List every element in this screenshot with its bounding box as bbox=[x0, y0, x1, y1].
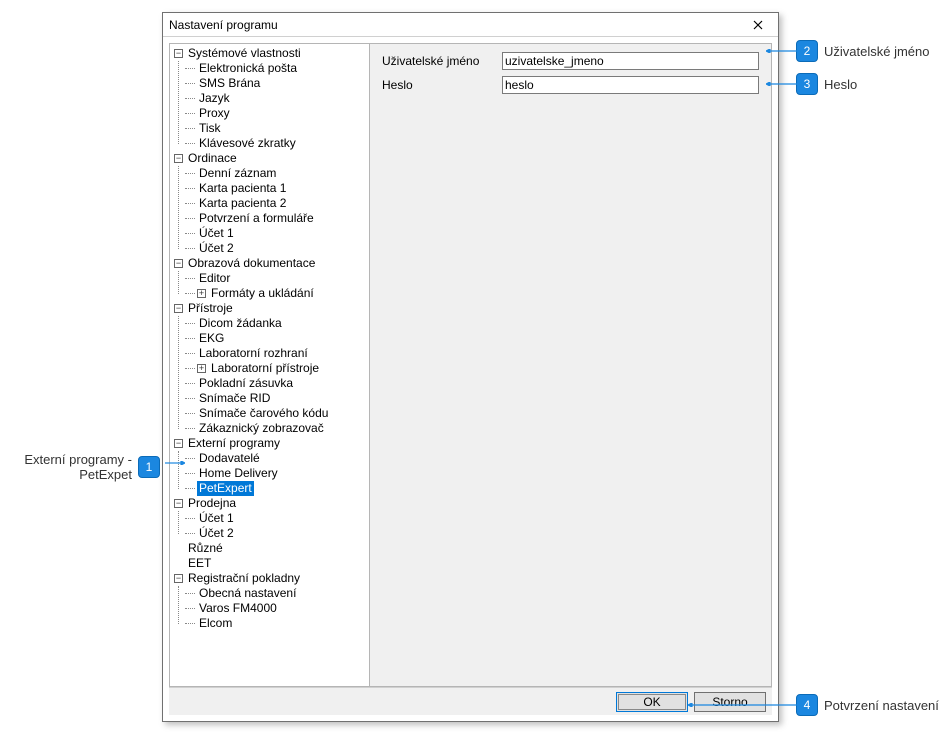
tree-node[interactable]: Home Delivery bbox=[185, 466, 369, 481]
collapse-icon[interactable]: − bbox=[174, 259, 183, 268]
collapse-icon[interactable]: − bbox=[174, 154, 183, 163]
expand-icon[interactable]: + bbox=[197, 364, 206, 373]
callout-text: Potvrzení nastavení bbox=[818, 698, 945, 713]
password-label: Heslo bbox=[382, 78, 502, 92]
button-bar: OK Storno bbox=[169, 687, 772, 715]
tree-node-ruzne[interactable]: Různé bbox=[174, 541, 369, 556]
cancel-button[interactable]: Storno bbox=[694, 692, 766, 712]
collapse-icon[interactable]: − bbox=[174, 439, 183, 448]
tree-node[interactable]: SMS Brána bbox=[185, 76, 369, 91]
tree-node[interactable]: Snímače RID bbox=[185, 391, 369, 406]
window-title: Nastavení programu bbox=[169, 18, 278, 32]
settings-dialog: Nastavení programu −Systémové vlastnosti… bbox=[162, 12, 779, 722]
collapse-icon[interactable]: − bbox=[174, 49, 183, 58]
tree-node[interactable]: +Laboratorní přístroje bbox=[185, 361, 369, 376]
tree-node[interactable]: Jazyk bbox=[185, 91, 369, 106]
callout-2: 2 Uživatelské jméno bbox=[796, 40, 936, 62]
tree-node[interactable]: +Formáty a ukládání bbox=[185, 286, 369, 301]
tree-node[interactable]: Karta pacienta 1 bbox=[185, 181, 369, 196]
callout-text: Externí programy - PetExpet bbox=[8, 452, 138, 482]
tree-node-systemove[interactable]: −Systémové vlastnosti Elektronická pošta… bbox=[174, 46, 369, 151]
tree-node-pristroje[interactable]: −Přístroje Dicom žádanka EKG Laboratorní… bbox=[174, 301, 369, 436]
close-icon bbox=[753, 20, 763, 30]
close-button[interactable] bbox=[744, 16, 772, 34]
callout-3: 3 Heslo bbox=[796, 73, 863, 95]
tree-node[interactable]: Dodavatelé bbox=[185, 451, 369, 466]
tree-pane[interactable]: −Systémové vlastnosti Elektronická pošta… bbox=[170, 44, 370, 686]
callout-bubble: 1 bbox=[138, 456, 160, 478]
tree-node[interactable]: Laboratorní rozhraní bbox=[185, 346, 369, 361]
tree-node[interactable]: Editor bbox=[185, 271, 369, 286]
tree-node[interactable]: Klávesové zkratky bbox=[185, 136, 369, 151]
tree-node[interactable]: Účet 2 bbox=[185, 526, 369, 541]
titlebar: Nastavení programu bbox=[163, 13, 778, 37]
callout-text: Heslo bbox=[818, 77, 863, 92]
callout-text: Uživatelské jméno bbox=[818, 44, 936, 59]
collapse-icon[interactable]: − bbox=[174, 574, 183, 583]
dialog-panel: −Systémové vlastnosti Elektronická pošta… bbox=[169, 43, 772, 687]
collapse-icon[interactable]: − bbox=[174, 304, 183, 313]
tree-node-eet[interactable]: EET bbox=[174, 556, 369, 571]
tree-node[interactable]: Potvrzení a formuláře bbox=[185, 211, 369, 226]
collapse-icon[interactable]: − bbox=[174, 499, 183, 508]
tree-node[interactable]: Elcom bbox=[185, 616, 369, 631]
password-input[interactable] bbox=[502, 76, 759, 94]
tree-node[interactable]: Účet 2 bbox=[185, 241, 369, 256]
callout-bubble: 3 bbox=[796, 73, 818, 95]
content-pane: Uživatelské jméno Heslo bbox=[370, 44, 771, 686]
callout-4: 4 Potvrzení nastavení bbox=[796, 694, 945, 716]
tree-node[interactable]: Elektronická pošta bbox=[185, 61, 369, 76]
tree-node[interactable]: Varos FM4000 bbox=[185, 601, 369, 616]
form-row-username: Uživatelské jméno bbox=[382, 52, 759, 70]
tree-node-petexpert[interactable]: PetExpert bbox=[185, 481, 369, 496]
tree-node[interactable]: Pokladní zásuvka bbox=[185, 376, 369, 391]
dialog-body: −Systémové vlastnosti Elektronická pošta… bbox=[163, 37, 778, 721]
callout-1: 1 Externí programy - PetExpet bbox=[8, 452, 173, 482]
expand-icon[interactable]: + bbox=[197, 289, 206, 298]
tree-node-prodejna[interactable]: −Prodejna Účet 1 Účet 2 bbox=[174, 496, 369, 541]
tree-node[interactable]: EKG bbox=[185, 331, 369, 346]
tree-node[interactable]: Denní záznam bbox=[185, 166, 369, 181]
tree-node[interactable]: Dicom žádanka bbox=[185, 316, 369, 331]
username-input[interactable] bbox=[502, 52, 759, 70]
tree-node[interactable]: Zákaznický zobrazovač bbox=[185, 421, 369, 436]
tree-node[interactable]: Snímače čarového kódu bbox=[185, 406, 369, 421]
tree-node[interactable]: Obecná nastavení bbox=[185, 586, 369, 601]
tree-node[interactable]: Proxy bbox=[185, 106, 369, 121]
tree-node-registracni[interactable]: −Registrační pokladny Obecná nastavení V… bbox=[174, 571, 369, 631]
tree-node[interactable]: Účet 1 bbox=[185, 511, 369, 526]
ok-button[interactable]: OK bbox=[616, 692, 688, 712]
tree-node[interactable]: Tisk bbox=[185, 121, 369, 136]
callout-bubble: 2 bbox=[796, 40, 818, 62]
tree-node-externi[interactable]: −Externí programy Dodavatelé Home Delive… bbox=[174, 436, 369, 496]
username-label: Uživatelské jméno bbox=[382, 54, 502, 68]
tree-node[interactable]: Karta pacienta 2 bbox=[185, 196, 369, 211]
tree-node-obrazova[interactable]: −Obrazová dokumentace Editor +Formáty a … bbox=[174, 256, 369, 301]
tree-node[interactable]: Účet 1 bbox=[185, 226, 369, 241]
tree-node-ordinace[interactable]: −Ordinace Denní záznam Karta pacienta 1 … bbox=[174, 151, 369, 256]
callout-bubble: 4 bbox=[796, 694, 818, 716]
form-row-password: Heslo bbox=[382, 76, 759, 94]
